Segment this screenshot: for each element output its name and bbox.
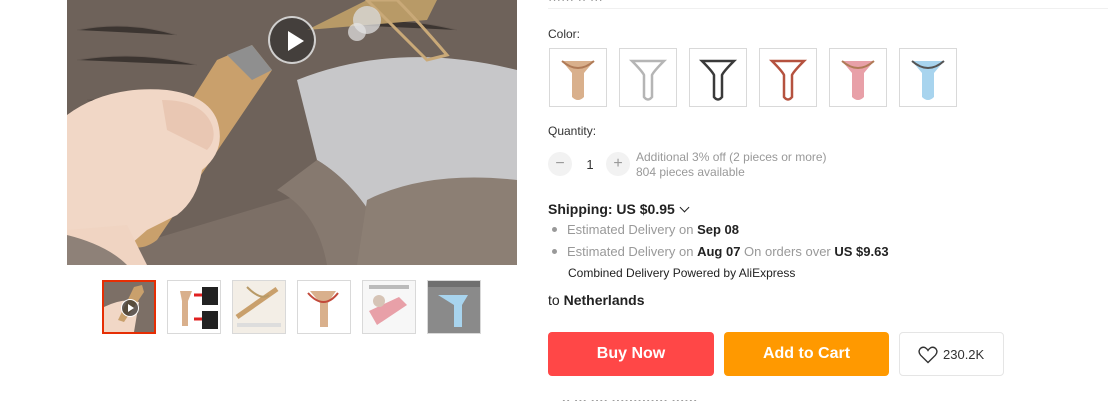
quantity-plus-button[interactable]: +: [606, 152, 630, 176]
color-swatch-2[interactable]: [619, 48, 677, 107]
lint-remover-icon: [911, 60, 945, 100]
wishlist-count: 230.2K: [943, 347, 985, 362]
ship-to[interactable]: to Netherlands: [548, 292, 645, 308]
quantity-input[interactable]: [576, 152, 604, 176]
delivery-estimate-2: Estimated Delivery on Aug 07 On orders o…: [552, 244, 889, 259]
thumbnail-4[interactable]: [297, 280, 351, 334]
lint-remover-icon: [768, 59, 808, 101]
play-icon: [121, 299, 139, 317]
bullet-icon: [552, 249, 557, 254]
thumbnail-image: [428, 281, 480, 333]
order-threshold-prefix: On orders over: [744, 244, 831, 259]
delivery-date: Aug 07: [697, 244, 741, 259]
add-to-cart-button[interactable]: Add to Cart: [724, 332, 889, 376]
ship-to-country: Netherlands: [563, 292, 645, 308]
color-swatch-3[interactable]: [689, 48, 747, 107]
thumbnail-image: [298, 281, 350, 333]
discount-note: Additional 3% off (2 pieces or more): [636, 150, 827, 164]
thumbnail-5[interactable]: [362, 280, 416, 334]
truncated-text-bottom: ·· ··· ···· ············· ······: [562, 394, 698, 401]
lint-remover-icon: [561, 60, 595, 100]
chevron-down-icon: [679, 202, 690, 213]
ship-to-prefix: to: [548, 292, 560, 308]
delivery-estimate-1: Estimated Delivery on Sep 08: [552, 222, 739, 237]
color-swatch-4[interactable]: [759, 48, 817, 107]
thumbnail-3[interactable]: [232, 280, 286, 334]
thumbnail-video[interactable]: [102, 280, 156, 334]
color-swatch-6[interactable]: [899, 48, 957, 107]
color-swatch-5[interactable]: [829, 48, 887, 107]
thumbnail-image: [233, 281, 285, 333]
thumbnail-image: [363, 281, 415, 333]
wishlist-button[interactable]: 230.2K: [899, 332, 1004, 376]
buy-now-button[interactable]: Buy Now: [548, 332, 714, 376]
main-product-image[interactable]: [67, 0, 517, 265]
lint-remover-icon: [841, 60, 875, 100]
available-note: 804 pieces available: [636, 165, 745, 179]
thumbnail-image: [168, 281, 220, 333]
quantity-notes: Additional 3% off (2 pieces or more) 804…: [636, 150, 827, 180]
play-video-button[interactable]: [268, 16, 316, 64]
bullet-icon: [552, 227, 557, 232]
quantity-label: Quantity:: [548, 124, 597, 138]
delivery-prefix: Estimated Delivery on: [567, 244, 694, 259]
delivery-date: Sep 08: [697, 222, 739, 237]
shipping-selector[interactable]: Shipping: US $0.95: [548, 201, 690, 217]
thumbnail-6[interactable]: [427, 280, 481, 334]
shipping-label: Shipping: US $0.95: [548, 201, 675, 217]
order-threshold-value: US $9.63: [834, 244, 889, 259]
divider: [548, 8, 1108, 9]
heart-icon: [918, 346, 938, 364]
combined-delivery-note: Combined Delivery Powered by AliExpress: [568, 266, 796, 280]
quantity-minus-button[interactable]: −: [548, 152, 572, 176]
delivery-prefix: Estimated Delivery on: [567, 222, 694, 237]
thumbnail-2[interactable]: [167, 280, 221, 334]
color-swatch-1[interactable]: [549, 48, 607, 107]
lint-remover-icon: [698, 59, 738, 101]
lint-remover-icon: [628, 59, 668, 101]
color-label: Color:: [548, 27, 581, 41]
truncated-text-top: ······ ·· ···: [548, 0, 603, 7]
